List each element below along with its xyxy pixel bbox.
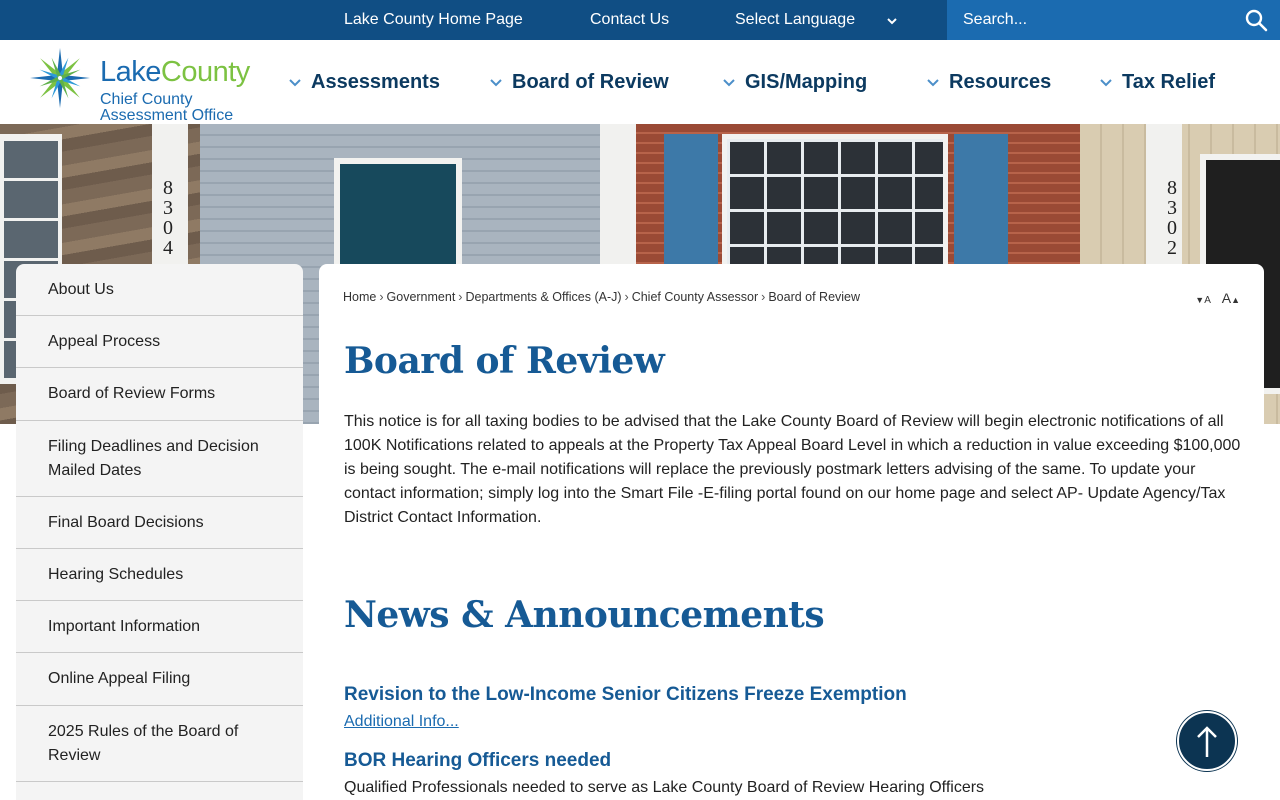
additional-info-link[interactable]: Additional Info... (344, 713, 459, 731)
decrease-font-button[interactable]: ▼A (1195, 291, 1211, 306)
sidebar-item[interactable] (16, 782, 303, 800)
language-select[interactable]: Select Language (735, 0, 905, 40)
sidebar-item-final-board-decisions[interactable]: Final Board Decisions (16, 497, 303, 549)
breadcrumb-board-of-review[interactable]: Board of Review (768, 290, 860, 304)
notice-text: This notice is for all taxing bodies to … (344, 413, 1241, 526)
breadcrumb: Home › Government › Departments & Offices (A… (343, 290, 861, 304)
breadcrumb-chief-assessor[interactable]: Chief County Assessor (632, 290, 758, 304)
chevron-down-icon (887, 0, 897, 40)
news-section-title: News & Announcements (344, 594, 825, 636)
nav-gis-mapping[interactable]: GIS/Mapping (723, 40, 867, 124)
nav-resources[interactable]: Resources (927, 40, 1051, 124)
news-item-title[interactable]: BOR Hearing Officers needed (344, 750, 611, 772)
house-number: 8304 (163, 177, 173, 259)
contact-us-link[interactable]: Contact Us (590, 0, 669, 40)
breadcrumb-government[interactable]: Government (387, 290, 456, 304)
chevron-down-icon (1100, 75, 1112, 90)
chevron-down-icon (723, 75, 735, 90)
nav-board-of-review[interactable]: Board of Review (490, 40, 669, 124)
sidebar-item-hearing-schedules[interactable]: Hearing Schedules (16, 549, 303, 601)
nav-assessments[interactable]: Assessments (289, 40, 440, 124)
nav-tax-relief[interactable]: Tax Relief (1100, 40, 1215, 124)
logo-subtitle: Chief County Assessment Office (100, 91, 234, 124)
font-size-controls: ▼A A▲ (1195, 290, 1240, 306)
main-content: Home › Government › Departments & Offices (A… (319, 264, 1264, 800)
sidebar-item-filing-deadlines[interactable]: Filing Deadlines and Decision Mailed Dat… (16, 421, 303, 497)
sidebar-item-about-us[interactable]: About Us (16, 264, 303, 316)
sidebar-item-online-appeal-filing[interactable]: Online Appeal Filing (16, 653, 303, 706)
increase-font-button[interactable]: A▲ (1222, 290, 1240, 306)
page-title: Board of Review (344, 340, 665, 382)
home-page-link[interactable]: Lake County Home Page (344, 0, 523, 40)
logo-name: LakeCounty (100, 56, 250, 88)
search-icon[interactable] (1244, 8, 1268, 32)
chevron-down-icon (927, 75, 939, 90)
back-to-top-button[interactable] (1177, 711, 1237, 771)
house-number: 8302 (1167, 177, 1177, 259)
sidebar-item-2025-rules[interactable]: 2025 Rules of the Board of Review (16, 706, 303, 782)
search-box (947, 0, 1280, 40)
breadcrumb-home[interactable]: Home (343, 290, 376, 304)
chevron-down-icon (490, 75, 502, 90)
sidebar-item-important-information[interactable]: Important Information (16, 601, 303, 653)
lake-county-logo[interactable]: LakeCounty Chief County Assessment Offic… (28, 44, 268, 124)
sidebar-nav: About Us Appeal Process Board of Review … (16, 264, 303, 800)
breadcrumb-departments[interactable]: Departments & Offices (A-J) (465, 290, 621, 304)
logo-mark-icon (28, 44, 92, 117)
site-header: LakeCounty Chief County Assessment Offic… (0, 40, 1280, 124)
search-input[interactable] (947, 0, 1227, 40)
sidebar-item-board-of-review-forms[interactable]: Board of Review Forms (16, 368, 303, 421)
news-item-title[interactable]: Revision to the Low-Income Senior Citize… (344, 684, 907, 706)
chevron-down-icon (289, 75, 301, 90)
language-select-label: Select Language (735, 11, 856, 28)
sidebar-item-appeal-process[interactable]: Appeal Process (16, 316, 303, 368)
news-item-description: Qualified Professionals needed to serve … (344, 779, 985, 796)
utility-bar: Lake County Home Page Contact Us Select … (0, 0, 1280, 40)
arrow-up-icon (1195, 725, 1219, 764)
